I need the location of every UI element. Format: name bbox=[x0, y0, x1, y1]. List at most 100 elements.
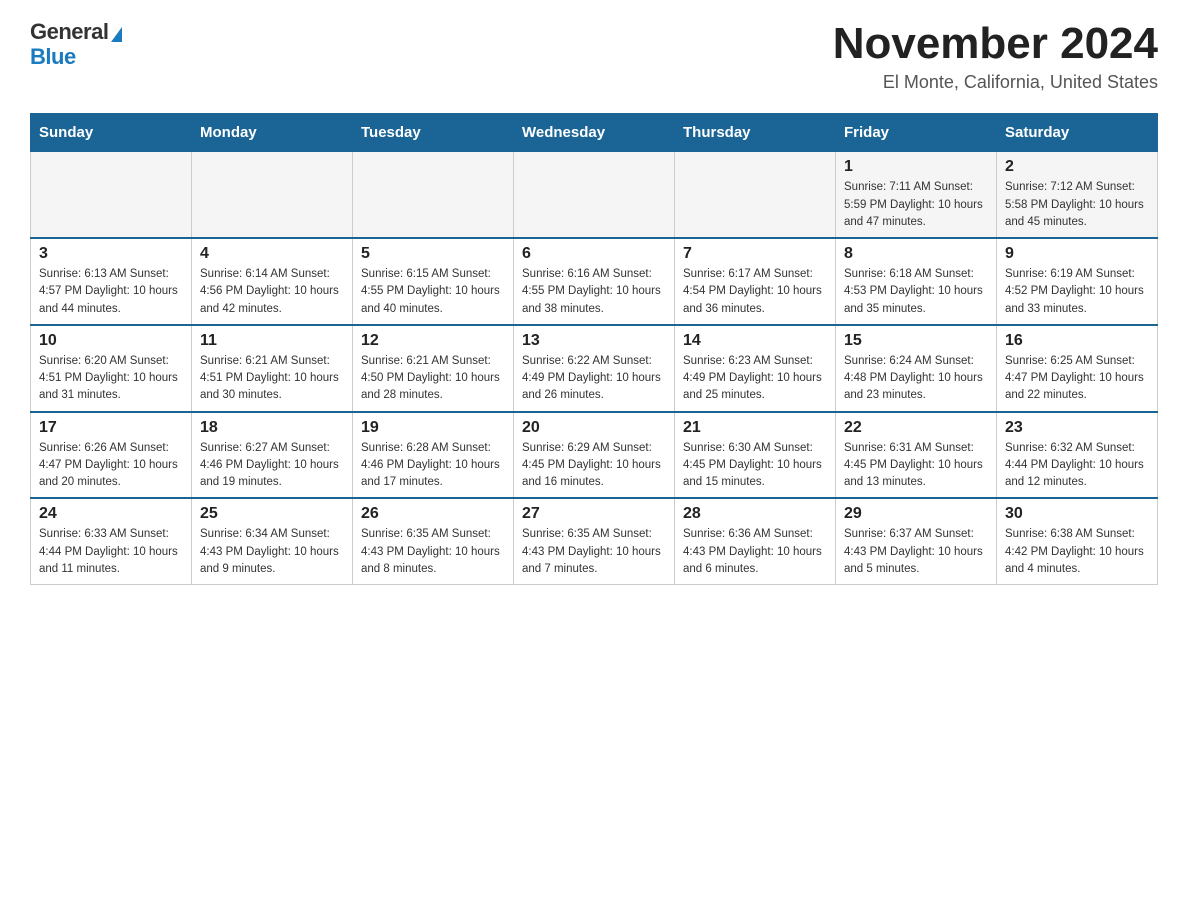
day-number: 6 bbox=[522, 245, 666, 263]
calendar-day-cell: 30Sunrise: 6:38 AM Sunset: 4:42 PM Dayli… bbox=[997, 498, 1158, 584]
calendar-week-row: 24 Sunrise: 6:33 AM Sunset: 4:44 PM Dayli… bbox=[31, 498, 1158, 584]
day-info: Sunrise: 6:37 AM Sunset: 4:43 PM Dayligh… bbox=[844, 526, 988, 578]
calendar-day-cell: 23 Sunrise: 6:32 AM Sunset: 4:44 PM Dayli… bbox=[997, 412, 1158, 499]
page-header: General Blue November 2024 El Monte, Cal… bbox=[30, 20, 1158, 93]
day-info: Sunrise: 7:12 AM Sunset: 5:58 PM Dayligh… bbox=[1005, 179, 1149, 231]
day-number: 19 bbox=[361, 419, 505, 437]
calendar-day-cell: 2 Sunrise: 7:12 AM Sunset: 5:58 PM Daylig… bbox=[997, 152, 1158, 238]
calendar-subtitle: El Monte, California, United States bbox=[833, 72, 1158, 93]
logo: General Blue bbox=[30, 20, 122, 70]
day-number: 21 bbox=[683, 419, 827, 437]
calendar-day-cell bbox=[192, 152, 353, 238]
day-info: Sunrise: 6:21 AM Sunset: 4:51 PM Dayligh… bbox=[200, 353, 344, 405]
day-of-week-header: Sunday bbox=[31, 114, 192, 152]
day-info: Sunrise: 6:31 AM Sunset: 4:45 PM Dayligh… bbox=[844, 440, 988, 492]
calendar-day-cell: 11 Sunrise: 6:21 AM Sunset: 4:51 PM Dayli… bbox=[192, 325, 353, 412]
day-info: Sunrise: 6:13 AM Sunset: 4:57 PM Dayligh… bbox=[39, 266, 183, 318]
day-number: 18 bbox=[200, 419, 344, 437]
calendar-week-row: 17Sunrise: 6:26 AM Sunset: 4:47 PM Dayli… bbox=[31, 412, 1158, 499]
day-of-week-header: Friday bbox=[836, 114, 997, 152]
day-info: Sunrise: 6:20 AM Sunset: 4:51 PM Dayligh… bbox=[39, 353, 183, 405]
day-number: 24 bbox=[39, 505, 183, 523]
day-of-week-header: Thursday bbox=[675, 114, 836, 152]
day-info: Sunrise: 6:30 AM Sunset: 4:45 PM Dayligh… bbox=[683, 440, 827, 492]
day-info: Sunrise: 6:21 AM Sunset: 4:50 PM Dayligh… bbox=[361, 353, 505, 405]
calendar-day-cell: 15 Sunrise: 6:24 AM Sunset: 4:48 PM Dayli… bbox=[836, 325, 997, 412]
day-info: Sunrise: 6:24 AM Sunset: 4:48 PM Dayligh… bbox=[844, 353, 988, 405]
day-number: 28 bbox=[683, 505, 827, 523]
calendar-day-cell: 24 Sunrise: 6:33 AM Sunset: 4:44 PM Dayli… bbox=[31, 498, 192, 584]
calendar-day-cell bbox=[514, 152, 675, 238]
calendar-day-cell: 25 Sunrise: 6:34 AM Sunset: 4:43 PM Dayli… bbox=[192, 498, 353, 584]
day-info: Sunrise: 6:19 AM Sunset: 4:52 PM Dayligh… bbox=[1005, 266, 1149, 318]
day-number: 3 bbox=[39, 245, 183, 263]
calendar-week-row: 1 Sunrise: 7:11 AM Sunset: 5:59 PM Daylig… bbox=[31, 152, 1158, 238]
day-info: Sunrise: 6:36 AM Sunset: 4:43 PM Dayligh… bbox=[683, 526, 827, 578]
title-block: November 2024 El Monte, California, Unit… bbox=[833, 20, 1158, 93]
day-info: Sunrise: 6:35 AM Sunset: 4:43 PM Dayligh… bbox=[522, 526, 666, 578]
day-info: Sunrise: 6:34 AM Sunset: 4:43 PM Dayligh… bbox=[200, 526, 344, 578]
day-number: 12 bbox=[361, 332, 505, 350]
calendar-day-cell: 21 Sunrise: 6:30 AM Sunset: 4:45 PM Dayli… bbox=[675, 412, 836, 499]
calendar-week-row: 3 Sunrise: 6:13 AM Sunset: 4:57 PM Daylig… bbox=[31, 238, 1158, 325]
calendar-day-cell: 3 Sunrise: 6:13 AM Sunset: 4:57 PM Daylig… bbox=[31, 238, 192, 325]
day-number: 20 bbox=[522, 419, 666, 437]
calendar-day-cell: 20Sunrise: 6:29 AM Sunset: 4:45 PM Dayli… bbox=[514, 412, 675, 499]
calendar-day-cell: 5 Sunrise: 6:15 AM Sunset: 4:55 PM Daylig… bbox=[353, 238, 514, 325]
logo-blue-text: Blue bbox=[30, 44, 76, 69]
day-number: 4 bbox=[200, 245, 344, 263]
day-number: 5 bbox=[361, 245, 505, 263]
day-info: Sunrise: 7:11 AM Sunset: 5:59 PM Dayligh… bbox=[844, 179, 988, 231]
calendar-day-cell: 18Sunrise: 6:27 AM Sunset: 4:46 PM Dayli… bbox=[192, 412, 353, 499]
day-info: Sunrise: 6:28 AM Sunset: 4:46 PM Dayligh… bbox=[361, 440, 505, 492]
day-number: 2 bbox=[1005, 158, 1149, 176]
logo-general-text: General bbox=[30, 20, 108, 44]
calendar-day-cell: 6 Sunrise: 6:16 AM Sunset: 4:55 PM Daylig… bbox=[514, 238, 675, 325]
day-number: 15 bbox=[844, 332, 988, 350]
calendar-day-cell: 10 Sunrise: 6:20 AM Sunset: 4:51 PM Dayli… bbox=[31, 325, 192, 412]
calendar-day-cell: 8Sunrise: 6:18 AM Sunset: 4:53 PM Daylig… bbox=[836, 238, 997, 325]
calendar-table: SundayMondayTuesdayWednesdayThursdayFrid… bbox=[30, 113, 1158, 585]
day-number: 8 bbox=[844, 245, 988, 263]
day-info: Sunrise: 6:17 AM Sunset: 4:54 PM Dayligh… bbox=[683, 266, 827, 318]
day-info: Sunrise: 6:16 AM Sunset: 4:55 PM Dayligh… bbox=[522, 266, 666, 318]
calendar-day-cell bbox=[353, 152, 514, 238]
day-number: 27 bbox=[522, 505, 666, 523]
day-number: 14 bbox=[683, 332, 827, 350]
day-info: Sunrise: 6:22 AM Sunset: 4:49 PM Dayligh… bbox=[522, 353, 666, 405]
day-number: 10 bbox=[39, 332, 183, 350]
calendar-week-row: 10 Sunrise: 6:20 AM Sunset: 4:51 PM Dayli… bbox=[31, 325, 1158, 412]
day-info: Sunrise: 6:33 AM Sunset: 4:44 PM Dayligh… bbox=[39, 526, 183, 578]
day-number: 13 bbox=[522, 332, 666, 350]
calendar-day-cell: 27 Sunrise: 6:35 AM Sunset: 4:43 PM Dayli… bbox=[514, 498, 675, 584]
calendar-title: November 2024 bbox=[833, 20, 1158, 68]
calendar-header-row: SundayMondayTuesdayWednesdayThursdayFrid… bbox=[31, 114, 1158, 152]
day-of-week-header: Monday bbox=[192, 114, 353, 152]
day-number: 23 bbox=[1005, 419, 1149, 437]
day-info: Sunrise: 6:32 AM Sunset: 4:44 PM Dayligh… bbox=[1005, 440, 1149, 492]
calendar-day-cell bbox=[675, 152, 836, 238]
calendar-day-cell: 14 Sunrise: 6:23 AM Sunset: 4:49 PM Dayli… bbox=[675, 325, 836, 412]
day-number: 17 bbox=[39, 419, 183, 437]
logo-triangle-icon bbox=[111, 27, 122, 42]
calendar-day-cell: 4 Sunrise: 6:14 AM Sunset: 4:56 PM Daylig… bbox=[192, 238, 353, 325]
day-number: 25 bbox=[200, 505, 344, 523]
day-of-week-header: Wednesday bbox=[514, 114, 675, 152]
day-number: 22 bbox=[844, 419, 988, 437]
day-number: 7 bbox=[683, 245, 827, 263]
day-number: 1 bbox=[844, 158, 988, 176]
day-number: 30 bbox=[1005, 505, 1149, 523]
calendar-day-cell: 17Sunrise: 6:26 AM Sunset: 4:47 PM Dayli… bbox=[31, 412, 192, 499]
day-of-week-header: Tuesday bbox=[353, 114, 514, 152]
day-of-week-header: Saturday bbox=[997, 114, 1158, 152]
calendar-day-cell: 28 Sunrise: 6:36 AM Sunset: 4:43 PM Dayli… bbox=[675, 498, 836, 584]
day-number: 11 bbox=[200, 332, 344, 350]
calendar-day-cell: 12 Sunrise: 6:21 AM Sunset: 4:50 PM Dayli… bbox=[353, 325, 514, 412]
calendar-day-cell: 7 Sunrise: 6:17 AM Sunset: 4:54 PM Daylig… bbox=[675, 238, 836, 325]
day-info: Sunrise: 6:23 AM Sunset: 4:49 PM Dayligh… bbox=[683, 353, 827, 405]
day-info: Sunrise: 6:15 AM Sunset: 4:55 PM Dayligh… bbox=[361, 266, 505, 318]
day-number: 29 bbox=[844, 505, 988, 523]
day-info: Sunrise: 6:14 AM Sunset: 4:56 PM Dayligh… bbox=[200, 266, 344, 318]
calendar-day-cell bbox=[31, 152, 192, 238]
calendar-day-cell: 16Sunrise: 6:25 AM Sunset: 4:47 PM Dayli… bbox=[997, 325, 1158, 412]
